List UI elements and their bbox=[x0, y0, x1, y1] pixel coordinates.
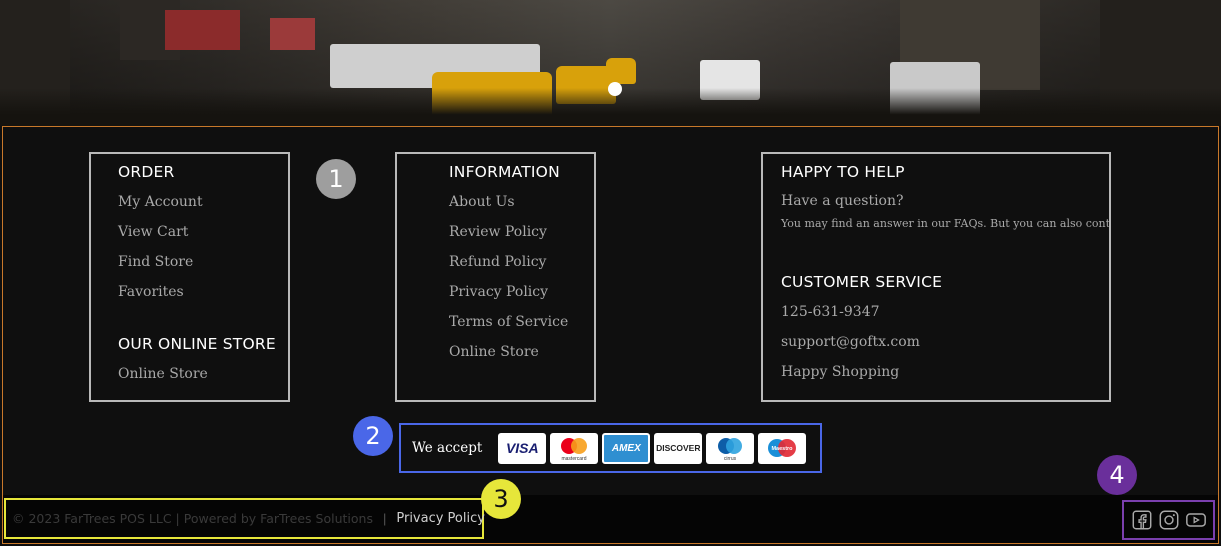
info-link-refund-policy[interactable]: Refund Policy bbox=[449, 253, 594, 283]
payment-methods: We accept VISA mastercard AMEX DISCOVER … bbox=[399, 423, 822, 473]
customer-service-heading: CUSTOMER SERVICE bbox=[781, 273, 943, 291]
online-store-heading: OUR ONLINE STORE bbox=[118, 335, 276, 353]
annotation-badge-3: 3 bbox=[481, 479, 521, 519]
online-store-link[interactable]: Online Store bbox=[118, 365, 288, 395]
instagram-icon[interactable] bbox=[1158, 509, 1180, 531]
we-accept-label: We accept bbox=[412, 440, 483, 456]
maestro-card-icon: Maestro bbox=[758, 432, 807, 464]
customer-service-phone[interactable]: 125-631-9347 bbox=[781, 303, 1109, 333]
order-link-view-cart[interactable]: View Cart bbox=[118, 223, 288, 253]
mastercard-icon: mastercard bbox=[550, 432, 599, 464]
copyright-text: © 2023 FarTrees POS LLC | Powered by Far… bbox=[12, 511, 373, 526]
order-link-find-store[interactable]: Find Store bbox=[118, 253, 288, 283]
visa-card-icon: VISA bbox=[498, 432, 547, 464]
info-link-about-us[interactable]: About Us bbox=[449, 193, 594, 223]
order-link-my-account[interactable]: My Account bbox=[118, 193, 288, 223]
annotation-badge-2: 2 bbox=[353, 416, 393, 456]
help-question: Have a question? bbox=[781, 193, 904, 209]
privacy-policy-link[interactable]: Privacy Policy bbox=[396, 511, 485, 526]
help-note: You may find an answer in our FAQs. But … bbox=[781, 217, 1111, 230]
carousel-dot[interactable] bbox=[608, 82, 622, 96]
svg-text:mastercard: mastercard bbox=[562, 456, 587, 462]
youtube-icon[interactable] bbox=[1185, 509, 1207, 531]
facebook-icon[interactable] bbox=[1131, 509, 1153, 531]
footer-col-information: INFORMATION About Us Review Policy Refun… bbox=[395, 152, 596, 402]
info-link-online-store[interactable]: Online Store bbox=[449, 343, 594, 373]
info-link-privacy-policy[interactable]: Privacy Policy bbox=[449, 283, 594, 313]
info-link-review-policy[interactable]: Review Policy bbox=[449, 223, 594, 253]
info-link-terms-of-service[interactable]: Terms of Service bbox=[449, 313, 594, 343]
information-heading: INFORMATION bbox=[449, 163, 560, 181]
svg-text:Maestro: Maestro bbox=[772, 446, 794, 452]
footer-col-order: ORDER My Account View Cart Find Store Fa… bbox=[89, 152, 290, 402]
annotation-badge-4: 4 bbox=[1097, 455, 1137, 495]
customer-service-email[interactable]: support@goftx.com bbox=[781, 333, 1109, 363]
amex-card-icon: AMEX bbox=[602, 432, 651, 464]
copyright-bar: © 2023 FarTrees POS LLC | Powered by Far… bbox=[4, 498, 485, 539]
copyright-divider: | bbox=[382, 511, 387, 526]
order-link-favorites[interactable]: Favorites bbox=[118, 283, 288, 313]
cirrus-card-icon: cirrus bbox=[706, 432, 755, 464]
discover-card-icon: DISCOVER bbox=[654, 432, 703, 464]
svg-text:cirrus: cirrus bbox=[724, 456, 737, 462]
annotation-badge-1: 1 bbox=[316, 159, 356, 199]
social-links bbox=[1122, 500, 1215, 540]
hero-image bbox=[0, 0, 1221, 126]
customer-service-tagline: Happy Shopping bbox=[781, 364, 900, 380]
order-heading: ORDER bbox=[118, 163, 175, 181]
help-heading: HAPPY TO HELP bbox=[781, 163, 905, 181]
footer-col-help: HAPPY TO HELP Have a question? You may f… bbox=[761, 152, 1111, 402]
